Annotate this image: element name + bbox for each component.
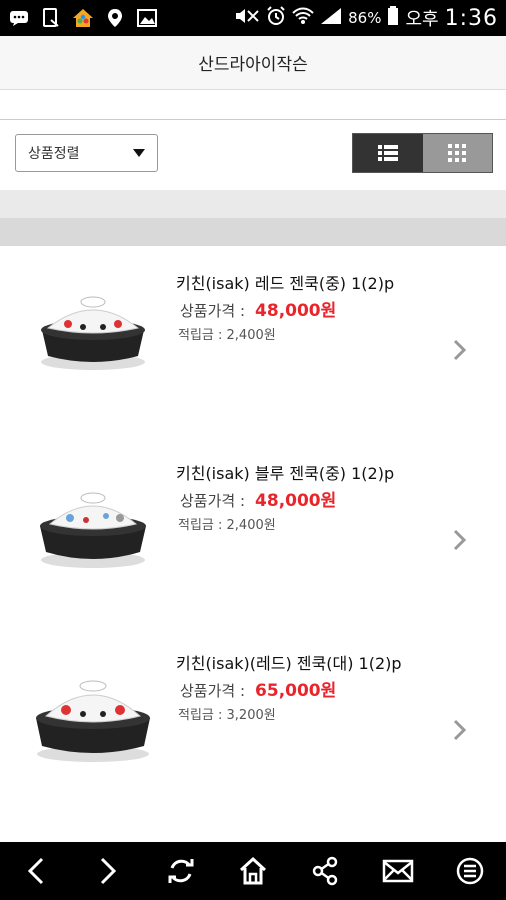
product-image: [36, 680, 150, 762]
price-value: 48,000원: [255, 491, 337, 511]
battery-percent: 86%: [348, 9, 382, 27]
points-value: 적립금 : 2,400원: [178, 518, 276, 533]
page-title: 산드라아이작슨: [0, 36, 506, 90]
chevron-down-icon: [133, 149, 145, 157]
grid-icon: [448, 144, 467, 162]
menu-icon: [456, 857, 484, 885]
mail-icon: [382, 859, 413, 883]
chevron-right-icon[interactable]: [452, 528, 468, 552]
back-button[interactable]: [12, 847, 60, 895]
list-item[interactable]: 키친(isak) 블루 젠쿡(중) 1(2)p 상품가격 : 48,000원 적…: [0, 436, 506, 626]
list-item[interactable]: 키친(isak)(레드) 젠쿡(대) 1(2)p 상품가격 : 65,000원 …: [0, 626, 506, 816]
divider: [0, 218, 506, 246]
forward-button[interactable]: [84, 847, 132, 895]
refresh-icon: [168, 859, 194, 883]
product-name: 키친(isak)(레드) 젠쿡(대) 1(2)p: [176, 654, 402, 673]
menu-button[interactable]: [446, 847, 494, 895]
alarm-icon: [266, 5, 286, 31]
home-icon: [239, 856, 266, 885]
share-button[interactable]: [301, 847, 349, 895]
wifi-icon: [292, 7, 314, 30]
clock: 1:36: [444, 5, 498, 31]
mute-icon: [234, 7, 260, 30]
price-label: 상품가격 :: [180, 492, 246, 510]
ampm-label: 오후: [405, 9, 439, 30]
screen-icon: [40, 8, 62, 28]
sort-select[interactable]: 상품정렬: [15, 134, 158, 172]
product-image: [41, 296, 145, 370]
product-name: 키친(isak) 블루 젠쿡(중) 1(2)p: [176, 464, 395, 483]
back-icon: [28, 857, 44, 885]
location-icon: [104, 8, 126, 28]
product-name: 키친(isak) 레드 젠쿡(중) 1(2)p: [176, 274, 395, 293]
view-toggle: [352, 133, 493, 173]
product-image: [40, 492, 146, 568]
chevron-right-icon[interactable]: [452, 718, 468, 742]
product-list: 키친(isak) 레드 젠쿡(중) 1(2)p 상품가격 : 48,000원 적…: [0, 246, 506, 842]
home-button[interactable]: [229, 847, 277, 895]
points-value: 적립금 : 2,400원: [178, 328, 276, 343]
bottom-nav: [0, 842, 506, 900]
list-controls: 상품정렬: [0, 120, 506, 190]
gallery-icon: [136, 8, 158, 28]
message-icon: [8, 8, 30, 28]
list-view-button[interactable]: [353, 134, 423, 172]
app-icon: [72, 8, 94, 28]
grid-view-button[interactable]: [422, 134, 492, 172]
mail-button[interactable]: [374, 847, 422, 895]
points-value: 적립금 : 3,200원: [178, 708, 276, 723]
share-icon: [313, 856, 338, 886]
price-row: 상품가격 : 48,000원: [180, 486, 336, 511]
price-value: 48,000원: [255, 301, 337, 321]
chevron-right-icon[interactable]: [452, 338, 468, 362]
refresh-button[interactable]: [157, 847, 205, 895]
price-label: 상품가격 :: [180, 682, 246, 700]
price-row: 상품가격 : 65,000원: [180, 676, 336, 701]
signal-icon: [320, 7, 342, 30]
search-input[interactable]: [0, 90, 506, 120]
price-label: 상품가격 :: [180, 302, 246, 320]
list-item[interactable]: 키친(isak) 레드 젠쿡(중) 1(2)p 상품가격 : 48,000원 적…: [0, 246, 506, 436]
forward-icon: [101, 857, 117, 885]
divider: [0, 190, 506, 218]
price-row: 상품가격 : 48,000원: [180, 296, 336, 321]
list-icon: [377, 145, 398, 161]
sort-select-label: 상품정렬: [28, 146, 80, 162]
price-value: 65,000원: [255, 681, 337, 701]
battery-icon: [387, 5, 399, 31]
status-bar: 86% 오후 1:36: [0, 0, 506, 36]
